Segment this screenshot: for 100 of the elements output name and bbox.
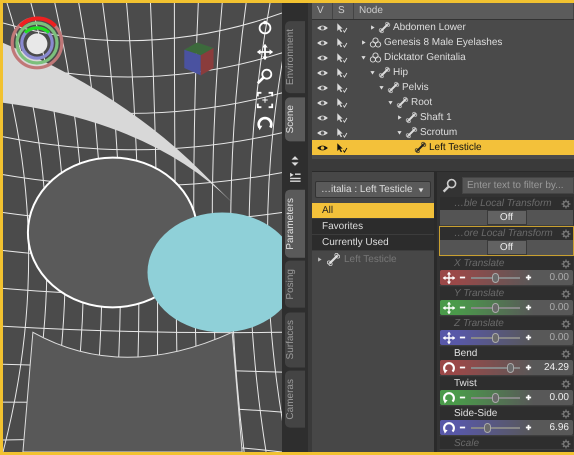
gear-icon[interactable] (561, 378, 571, 388)
plus-icon[interactable] (525, 393, 532, 402)
pointer-icon[interactable] (335, 142, 348, 154)
node-label: Pelvis (402, 82, 429, 93)
figure-icon (369, 36, 382, 49)
property-label: …ore Local Transform (454, 228, 553, 239)
side-tab[interactable]: Scene (285, 97, 305, 142)
collapsed-icon[interactable] (396, 114, 403, 121)
node-label: Shaft 1 (420, 112, 452, 123)
side-tab[interactable]: Surfaces (285, 312, 305, 368)
zoom-icon[interactable] (256, 67, 274, 85)
expanded-icon[interactable] (378, 84, 385, 91)
figure-icon (369, 51, 382, 64)
pointer-icon[interactable] (335, 66, 348, 78)
node-label: Root (411, 97, 432, 108)
gear-icon[interactable] (561, 258, 571, 268)
node-label: Scrotum (420, 127, 458, 138)
expanded-icon[interactable] (396, 129, 403, 136)
bone-icon (405, 126, 418, 139)
expanded-icon[interactable] (360, 54, 367, 61)
gear-icon[interactable] (561, 228, 571, 238)
group-item[interactable]: Currently Used (312, 235, 434, 251)
property-row[interactable]: …ore Local Transform Off (439, 226, 574, 256)
bone-icon (378, 21, 391, 34)
value-field[interactable]: 24.29 (535, 362, 569, 373)
expanded-icon[interactable] (387, 99, 394, 106)
bone-icon (378, 66, 391, 79)
column-header[interactable]: S (333, 3, 354, 19)
frame-icon[interactable] (256, 91, 274, 109)
gear-icon[interactable] (561, 348, 571, 358)
search-icon[interactable] (442, 178, 458, 194)
node-label: Left Testicle (429, 142, 482, 153)
bone-icon (387, 81, 400, 94)
toggle-button[interactable]: Off (486, 240, 526, 255)
gear-icon[interactable] (561, 318, 571, 328)
slider-thumb[interactable] (507, 362, 514, 372)
tree-row[interactable]: Left Testicle (312, 140, 574, 155)
value-field[interactable]: 0.00 (535, 392, 569, 403)
pointer-icon[interactable] (335, 52, 348, 64)
tree-row[interactable]: Dicktator Genitalia (312, 50, 574, 65)
node-label: Genesis 8 Male Eyelashes (384, 37, 502, 48)
plus-icon[interactable] (525, 423, 532, 432)
property-label: X Translate (454, 258, 504, 269)
tree-row[interactable]: Shaft 1 (312, 110, 574, 125)
property-label: Y Translate (454, 288, 504, 299)
rotate-icon[interactable] (256, 115, 274, 133)
collapsed-icon[interactable] (360, 39, 367, 46)
pointer-icon[interactable] (335, 36, 348, 48)
node-label: Dicktator Genitalia (384, 52, 466, 63)
tree-row[interactable]: Abdomen Lower (312, 20, 574, 35)
node-dropdown[interactable]: …italia : Left Testicle (315, 181, 431, 198)
side-tab[interactable]: Cameras (285, 371, 305, 428)
tree-row[interactable]: Root (312, 95, 574, 110)
filter-field[interactable]: Enter text to filter by... (462, 177, 574, 194)
move-icon[interactable] (256, 43, 274, 61)
column-header[interactable]: Node (354, 3, 574, 19)
pointer-icon[interactable] (335, 112, 348, 124)
node-label: Hip (393, 67, 408, 78)
tree-row[interactable]: Genesis 8 Male Eyelashes (312, 35, 574, 50)
pointer-icon[interactable] (335, 82, 348, 94)
pointer-icon[interactable] (335, 126, 348, 138)
bone-icon (405, 111, 418, 124)
gear-icon[interactable] (561, 438, 571, 448)
side-tab[interactable]: Posing (285, 261, 305, 308)
bone-icon (396, 96, 409, 109)
pointer-icon[interactable] (335, 96, 348, 108)
property-label: Bend (454, 348, 478, 359)
slider-thumb[interactable] (492, 392, 498, 402)
bone-icon (326, 252, 341, 266)
node-label: Abdomen Lower (393, 22, 466, 33)
property-label: …ble Local Transform (454, 198, 552, 209)
rotate-icon[interactable] (442, 360, 456, 374)
expanded-icon[interactable] (369, 69, 376, 76)
gear-icon[interactable] (561, 288, 571, 298)
rotate-icon[interactable] (442, 420, 456, 434)
plus-icon[interactable] (525, 363, 532, 372)
property-row[interactable]: …ble Local Transform Off (439, 196, 574, 226)
toggle-button[interactable]: Off (486, 210, 526, 225)
collapsed-icon[interactable] (369, 24, 376, 31)
collapsed-icon[interactable] (316, 256, 323, 262)
slider-thumb[interactable] (484, 422, 491, 432)
side-tab[interactable]: Parameters (285, 190, 305, 258)
tree-row[interactable]: Scrotum (312, 125, 574, 140)
pointer-icon[interactable] (335, 22, 348, 34)
column-header[interactable]: V (312, 3, 333, 19)
property-label: Z Translate (454, 318, 504, 329)
tree-row[interactable]: Pelvis (312, 80, 574, 95)
group-item[interactable]: All (312, 203, 434, 219)
orbit-icon[interactable] (256, 19, 274, 37)
side-tab[interactable]: Environment (285, 21, 305, 94)
tree-row[interactable]: Hip (312, 65, 574, 80)
bone-icon (414, 141, 427, 154)
property-label: Twist (454, 378, 477, 389)
property-label: Side-Side (454, 408, 498, 419)
rotation-gizmo-drawing[interactable] (9, 15, 65, 71)
group-item[interactable]: Favorites (312, 219, 434, 235)
gear-icon[interactable] (561, 198, 571, 208)
value-field[interactable]: 6.96 (535, 422, 569, 433)
gear-icon[interactable] (561, 408, 571, 418)
property-label: Scale (454, 438, 480, 449)
